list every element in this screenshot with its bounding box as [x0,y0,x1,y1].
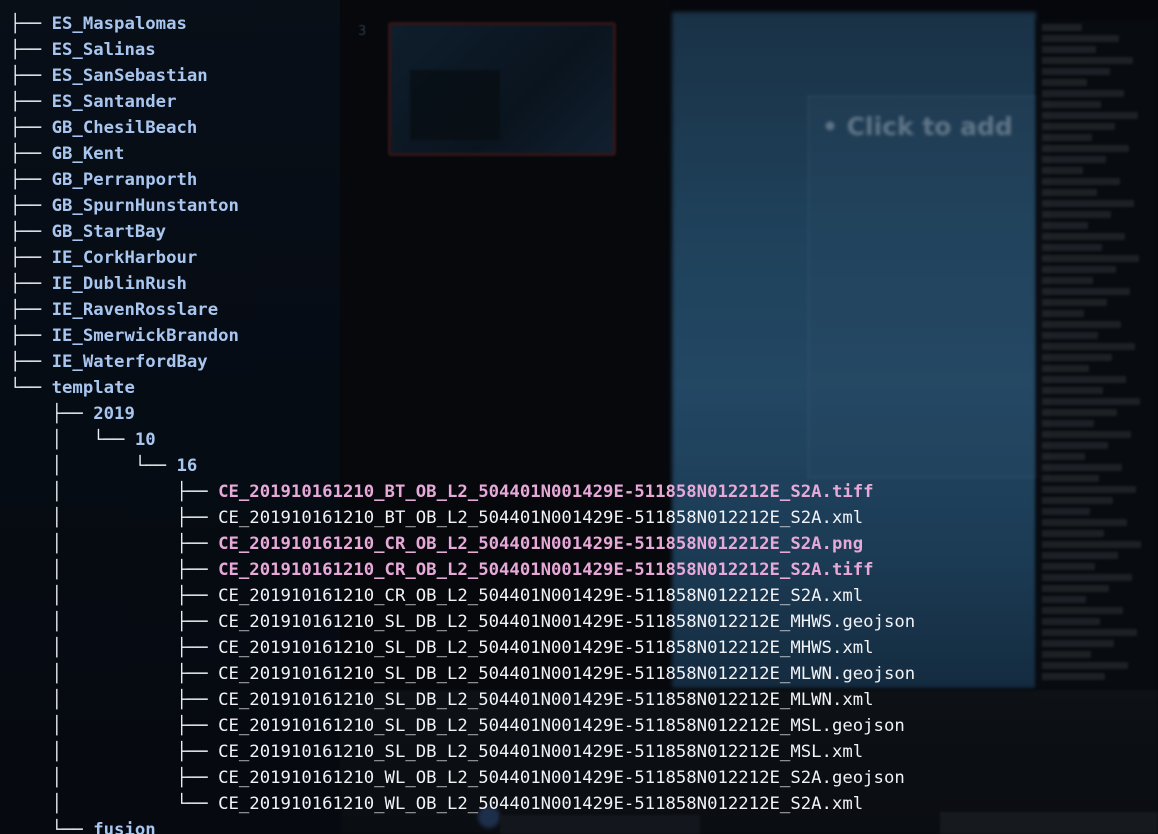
tree-branch-connector: ├── [10,40,52,60]
tree-file-line: │ ├── CE_201910161210_SL_DB_L2_504401N00… [10,713,905,739]
tree-directory-line: ├── GB_Kent [10,141,124,167]
tree-directory-line: │ └── 16 [10,453,198,479]
tree-file-line: │ ├── CE_201910161210_SL_DB_L2_504401N00… [10,609,916,635]
tree-branch-connector: │ └── [10,794,219,814]
directory-name: ES_Salinas [51,40,156,60]
tree-branch-connector: ├── [10,352,52,372]
tree-directory-line: ├── IE_CorkHarbour [10,245,197,271]
tree-branch-connector: ├── [10,274,52,294]
file-name: CE_201910161210_SL_DB_L2_504401N001429E-… [218,690,874,710]
tree-directory-line: ├── IE_SmerwickBrandon [10,323,239,349]
directory-name: IE_SmerwickBrandon [51,326,239,346]
tree-file-line: │ └── CE_201910161210_WL_OB_L2_504401N00… [10,791,864,817]
tree-branch-connector: │ ├── [10,560,219,580]
tree-file-line: │ ├── CE_201910161210_SL_DB_L2_504401N00… [10,687,874,713]
tree-directory-line: ├── GB_SpurnHunstanton [10,193,239,219]
tree-branch-connector: ├── [10,404,94,424]
tree-directory-line: ├── 2019 [10,401,135,427]
directory-name: ES_SanSebastian [51,66,208,86]
tree-directory-line: ├── GB_ChesilBeach [10,115,197,141]
tree-branch-connector: ├── [10,300,52,320]
directory-name: GB_SpurnHunstanton [51,196,239,216]
tree-directory-line: ├── GB_Perranporth [10,167,197,193]
file-name: CE_201910161210_SL_DB_L2_504401N001429E-… [218,716,905,736]
tree-file-line: │ ├── CE_201910161210_SL_DB_L2_504401N00… [10,661,916,687]
tree-branch-connector: │ ├── [10,716,219,736]
tree-file-line: │ ├── CE_201910161210_WL_OB_L2_504401N00… [10,765,905,791]
directory-name: 16 [176,456,198,476]
directory-name: GB_StartBay [51,222,167,242]
tree-branch-connector: ├── [10,66,52,86]
tree-directory-line: │ └── 10 [10,427,156,453]
tree-file-line: │ ├── CE_201910161210_CR_OB_L2_504401N00… [10,583,864,609]
tree-directory-line: ├── IE_WaterfordBay [10,349,208,375]
directory-name: GB_Perranporth [51,170,198,190]
tree-branch-connector: ├── [10,222,52,242]
tree-branch-connector: │ ├── [10,534,219,554]
tree-file-line: │ ├── CE_201910161210_BT_OB_L2_504401N00… [10,479,874,505]
tree-branch-connector: │ ├── [10,586,219,606]
tree-output[interactable]: ├── ES_Maspalomas ├── ES_Salinas ├── ES_Sa… [0,0,1158,834]
tree-directory-line: ├── ES_Santander [10,89,176,115]
directory-name: IE_CorkHarbour [51,248,198,268]
directory-name: 2019 [93,404,135,424]
tree-directory-line: ├── ES_SanSebastian [10,63,208,89]
tree-branch-connector: │ ├── [10,768,219,788]
directory-name: ES_Maspalomas [51,14,187,34]
tree-directory-line: ├── IE_RavenRosslare [10,297,218,323]
directory-name: template [51,378,135,398]
tree-directory-line: ├── ES_Salinas [10,37,156,63]
tree-branch-connector: │ ├── [10,612,219,632]
tree-file-line: │ ├── CE_201910161210_SL_DB_L2_504401N00… [10,739,864,765]
tree-file-line: │ ├── CE_201910161210_CR_OB_L2_504401N00… [10,531,864,557]
tree-branch-connector: ├── [10,170,52,190]
file-name: CE_201910161210_CR_OB_L2_504401N001429E-… [218,586,864,606]
directory-name: IE_RavenRosslare [51,300,219,320]
tree-file-line: │ ├── CE_201910161210_CR_OB_L2_504401N00… [10,557,874,583]
file-name: CE_201910161210_CR_OB_L2_504401N001429E-… [218,534,864,554]
directory-name: 10 [134,430,156,450]
tree-branch-connector: └── [10,378,52,398]
tree-file-line: │ ├── CE_201910161210_SL_DB_L2_504401N00… [10,635,874,661]
directory-name: GB_ChesilBeach [51,118,198,138]
tree-branch-connector: │ ├── [10,508,219,528]
tree-branch-connector: ├── [10,92,52,112]
tree-directory-line: └── template [10,375,135,401]
file-name: CE_201910161210_WL_OB_L2_504401N001429E-… [218,794,864,814]
tree-directory-line: ├── IE_DublinRush [10,271,187,297]
directory-name: ES_Santander [51,92,177,112]
tree-branch-connector: │ └── [10,430,135,450]
tree-branch-connector: ├── [10,196,52,216]
directory-name: GB_Kent [51,144,125,164]
file-name: CE_201910161210_SL_DB_L2_504401N001429E-… [218,612,916,632]
tree-branch-connector: │ ├── [10,638,219,658]
tree-branch-connector: └── [10,820,94,834]
file-name: CE_201910161210_SL_DB_L2_504401N001429E-… [218,664,916,684]
tree-branch-connector: │ ├── [10,482,219,502]
directory-name: fusion [93,820,156,834]
tree-branch-connector: ├── [10,326,52,346]
file-name: CE_201910161210_WL_OB_L2_504401N001429E-… [218,768,905,788]
file-name: CE_201910161210_CR_OB_L2_504401N001429E-… [218,560,874,580]
file-name: CE_201910161210_SL_DB_L2_504401N001429E-… [218,742,864,762]
tree-branch-connector: │ ├── [10,742,219,762]
tree-branch-connector: │ ├── [10,664,219,684]
tree-directory-line: ├── GB_StartBay [10,219,166,245]
file-name: CE_201910161210_SL_DB_L2_504401N001429E-… [218,638,874,658]
tree-file-line: │ ├── CE_201910161210_BT_OB_L2_504401N00… [10,505,864,531]
screen: 3 • Click to add ├── ES_Maspalomas ├── ES… [0,0,1158,834]
directory-name: IE_DublinRush [51,274,187,294]
tree-branch-connector: ├── [10,144,52,164]
tree-branch-connector: │ ├── [10,690,219,710]
tree-branch-connector: ├── [10,118,52,138]
tree-branch-connector: │ └── [10,456,177,476]
file-name: CE_201910161210_BT_OB_L2_504401N001429E-… [218,508,864,528]
tree-branch-connector: ├── [10,14,52,34]
file-name: CE_201910161210_BT_OB_L2_504401N001429E-… [218,482,874,502]
directory-name: IE_WaterfordBay [51,352,208,372]
tree-directory-line: └── fusion [10,817,156,834]
tree-directory-line: ├── ES_Maspalomas [10,11,187,37]
tree-branch-connector: ├── [10,248,52,268]
